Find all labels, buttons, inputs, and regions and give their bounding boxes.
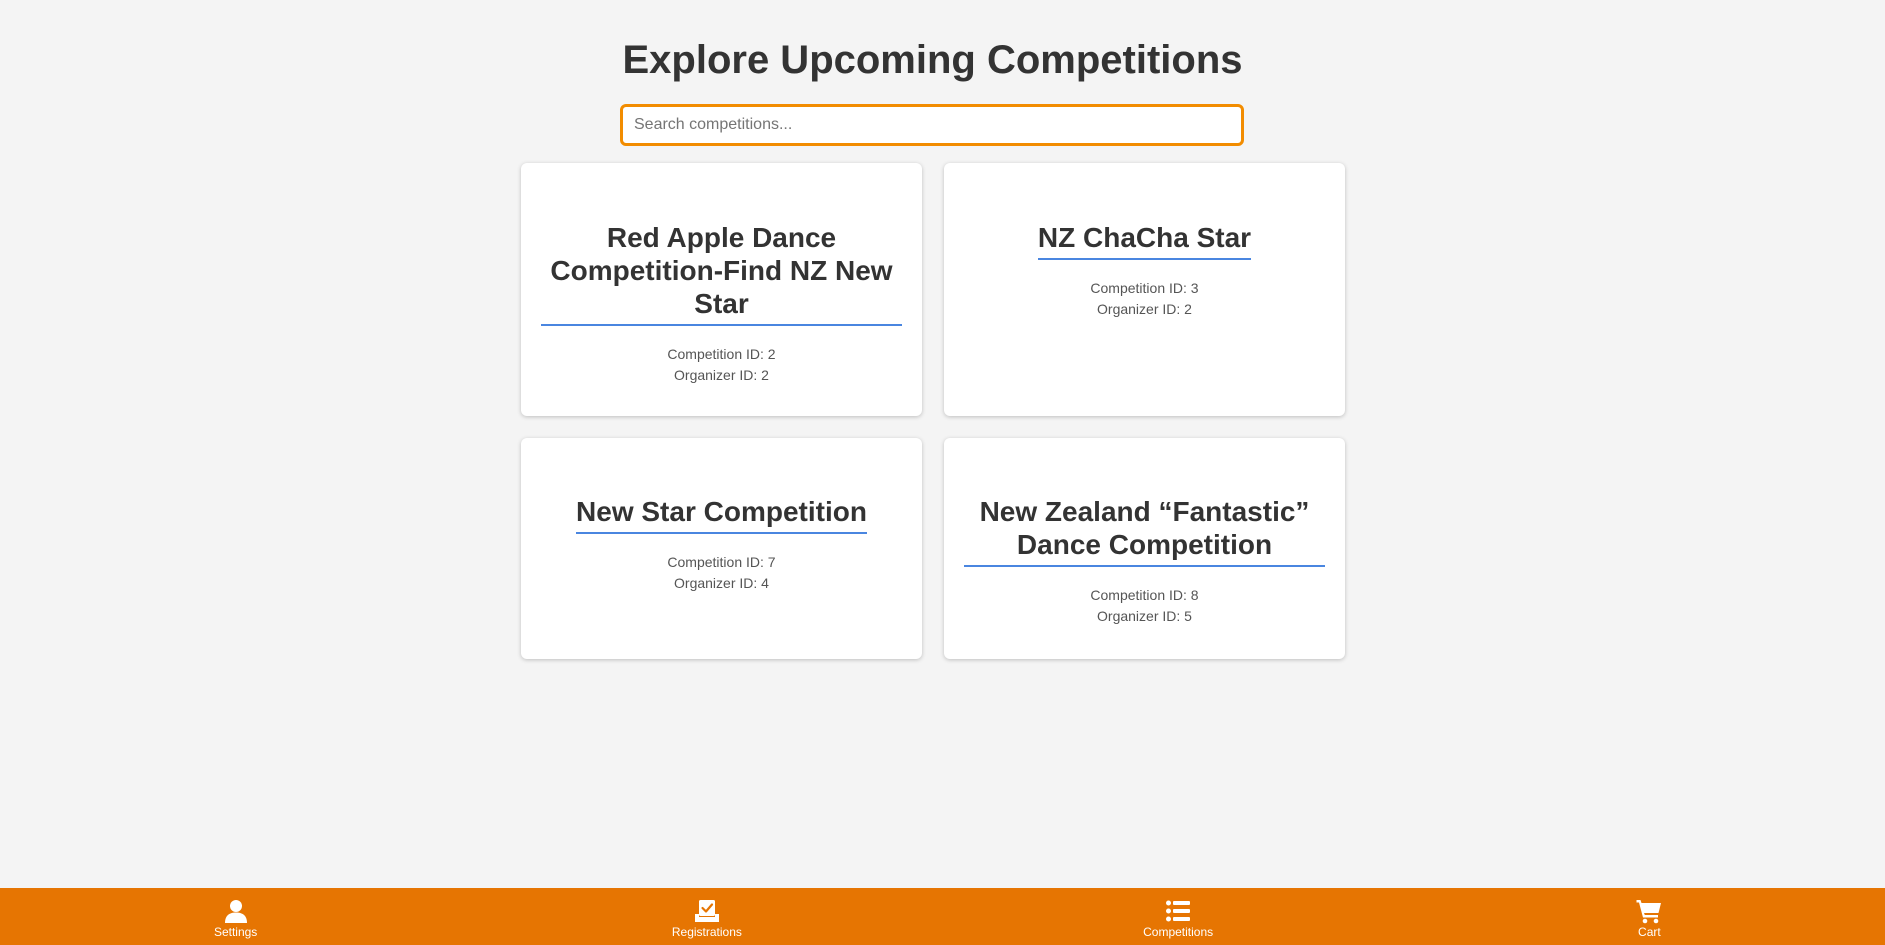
page: Explore Upcoming Competitions Red Apple … bbox=[0, 0, 1885, 945]
organizer-id: Organizer ID: 2 bbox=[674, 367, 769, 383]
nav-item-cart[interactable]: Cart bbox=[1414, 888, 1885, 945]
organizer-id: Organizer ID: 2 bbox=[1097, 301, 1192, 317]
user-icon bbox=[224, 900, 247, 923]
competition-title: New Star Competition bbox=[576, 495, 867, 534]
competition-id: Competition ID: 8 bbox=[1090, 587, 1199, 603]
nav-label: Competitions bbox=[1143, 925, 1214, 939]
competition-meta: Competition ID: 2 Organizer ID: 2 bbox=[667, 344, 775, 386]
competition-meta: Competition ID: 8 Organizer ID: 5 bbox=[1090, 585, 1198, 627]
page-title: Explore Upcoming Competitions bbox=[622, 38, 1243, 82]
bottom-nav: Settings Registrations Competitions Cart bbox=[0, 888, 1885, 945]
nav-label: Settings bbox=[213, 925, 258, 939]
competition-card[interactable]: Red Apple Dance Competition-Find NZ New … bbox=[521, 163, 922, 416]
competition-title: Red Apple Dance Competition-Find NZ New … bbox=[541, 221, 902, 326]
competition-meta: Competition ID: 3 Organizer ID: 2 bbox=[1090, 278, 1198, 320]
competition-card[interactable]: NZ ChaCha Star Competition ID: 3 Organiz… bbox=[944, 163, 1345, 416]
registration-icon bbox=[694, 900, 719, 922]
competition-meta: Competition ID: 7 Organizer ID: 4 bbox=[667, 552, 775, 594]
competition-id: Competition ID: 7 bbox=[667, 554, 776, 570]
competition-card[interactable]: New Star Competition Competition ID: 7 O… bbox=[521, 438, 922, 659]
nav-item-settings[interactable]: Settings bbox=[0, 888, 471, 945]
competition-card[interactable]: New Zealand “Fantastic” Dance Competitio… bbox=[944, 438, 1345, 659]
competition-id: Competition ID: 3 bbox=[1090, 280, 1199, 296]
nav-label: Registrations bbox=[671, 925, 742, 939]
competition-title: NZ ChaCha Star bbox=[1037, 221, 1252, 260]
organizer-id: Organizer ID: 4 bbox=[674, 575, 769, 591]
cart-icon bbox=[1636, 900, 1662, 924]
competition-id: Competition ID: 2 bbox=[667, 346, 776, 362]
organizer-id: Organizer ID: 5 bbox=[1097, 608, 1192, 624]
competition-title: New Zealand “Fantastic” Dance Competitio… bbox=[964, 495, 1325, 567]
search-input[interactable] bbox=[620, 104, 1244, 146]
nav-item-registrations[interactable]: Registrations bbox=[471, 888, 942, 945]
nav-label: Cart bbox=[1638, 925, 1661, 939]
list-icon bbox=[1166, 900, 1191, 922]
nav-item-competitions[interactable]: Competitions bbox=[943, 888, 1414, 945]
